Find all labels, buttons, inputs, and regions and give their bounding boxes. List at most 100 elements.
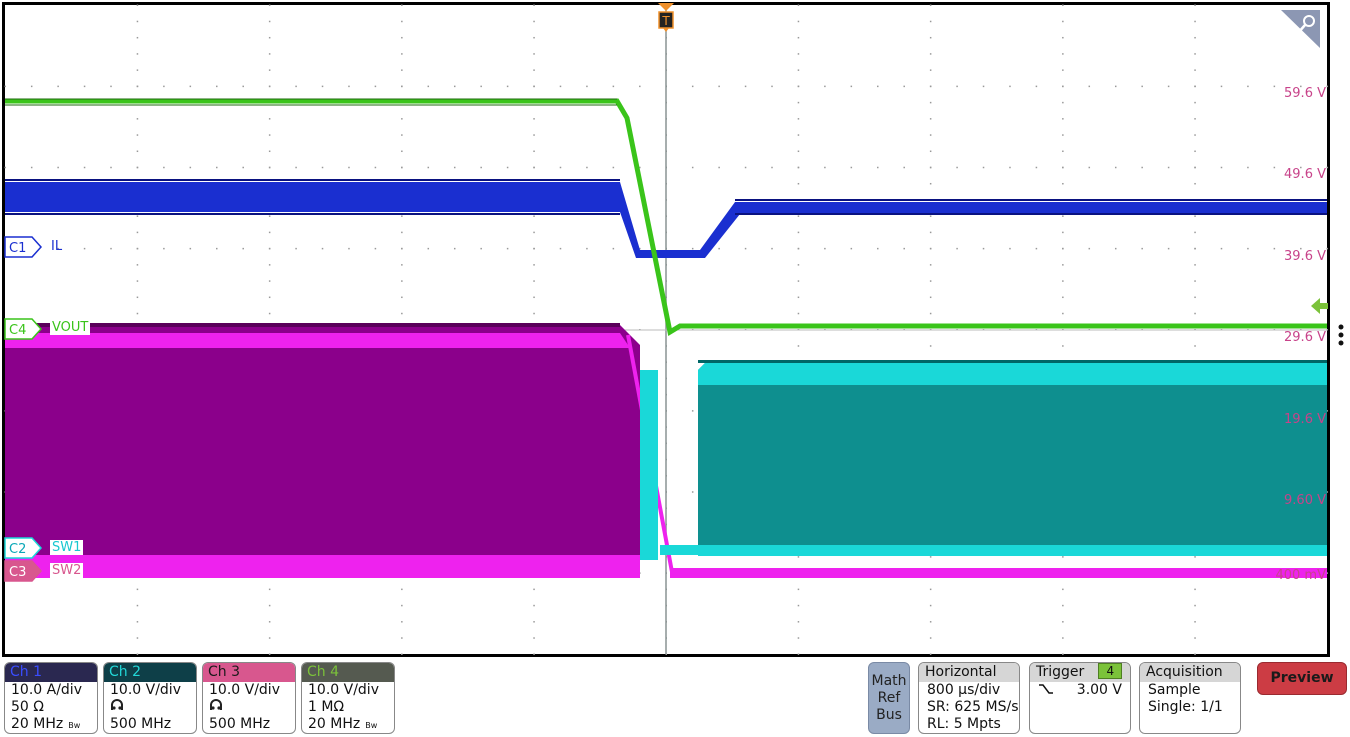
channel-badge-c3[interactable]: C3 (4, 560, 44, 584)
grid-dot (30, 166, 33, 169)
scale-label: 19.6 V (1284, 411, 1326, 427)
acquisition-state: Single: 1/1 (1148, 699, 1223, 715)
grid-dot (1062, 653, 1064, 655)
grid-dot (480, 166, 482, 169)
magnifier-icon[interactable] (1280, 9, 1322, 49)
grid-dot (1035, 85, 1038, 88)
grid-dot (136, 247, 139, 250)
grid-dot (348, 166, 350, 169)
channel-badge-c4[interactable]: C4 (4, 318, 44, 342)
grid-dot (797, 182, 800, 185)
grid-dot (533, 621, 535, 623)
trigger-badge[interactable]: Trigger 4 3.00 V (1029, 662, 1131, 734)
grid-dot (1062, 215, 1064, 217)
grid-dot (242, 247, 244, 250)
grid-dot (929, 215, 932, 217)
grid-dot (533, 604, 535, 607)
channel-title: Ch 3 (203, 663, 295, 682)
sw1-transition-burst (640, 370, 658, 560)
grid-dot (691, 85, 694, 88)
grid-dot (797, 101, 800, 104)
grid-dot (929, 53, 932, 55)
grid-dot (136, 231, 139, 234)
grid-dot (797, 231, 800, 234)
horizontal-badge[interactable]: Horizontal 800 µs/div SR: 625 MS/s RL: 5… (918, 662, 1020, 734)
grid-dot (929, 134, 932, 136)
math-ref-bus-button[interactable]: Math Ref Bus (868, 662, 910, 734)
grid-dot (1273, 247, 1276, 250)
horizontal-scale: 800 µs/div (927, 682, 1001, 698)
grid-dot (1088, 247, 1091, 250)
trace-label-il: IL (51, 239, 63, 254)
trigger-level-arrow-icon[interactable] (1310, 297, 1330, 315)
channel-badge-label: C4 (9, 323, 26, 338)
sw2-low-band (670, 568, 1327, 578)
sw1-top-edge (698, 360, 1327, 363)
grid-dot (533, 134, 535, 136)
grid-dot (374, 166, 377, 169)
grid-dot (242, 166, 244, 169)
grid-dot (1009, 85, 1011, 88)
grid-dot (295, 247, 297, 250)
grid-dot (797, 36, 800, 39)
grid-dot (1062, 604, 1064, 607)
vertical-scale: 10.0 V/div (209, 682, 280, 698)
falling-edge-icon (1039, 684, 1053, 694)
grid-dot (136, 4, 139, 6)
channel-badge-ch1[interactable]: Ch 1 10.0 A/div 50 Ω 20 MHz Bw (4, 662, 98, 734)
grid-dot (1062, 69, 1064, 71)
channel-badge-ch4[interactable]: Ch 4 10.0 V/div 1 MΩ 20 MHz Bw (301, 662, 395, 734)
grid-dot (1035, 166, 1038, 169)
grid-dot (427, 247, 430, 250)
grid-dot (877, 166, 879, 169)
sw2-top-band (5, 333, 630, 348)
acquisition-mode: Sample (1148, 682, 1201, 698)
grid-dot (797, 621, 800, 623)
grid-dot (533, 264, 535, 266)
trigger-position-marker[interactable]: T (656, 2, 676, 34)
grid-dot (718, 85, 720, 88)
grid-dot (1194, 312, 1196, 315)
channel-badge-ch2[interactable]: Ch 2 10.0 V/div 500 MHz (103, 662, 197, 734)
grid-dot (268, 621, 271, 623)
grid-dot (1194, 280, 1196, 282)
trigger-source: 4 (1098, 663, 1123, 679)
grid-dot (797, 134, 800, 136)
channel-badge-c2[interactable]: C2 (4, 537, 44, 561)
channel-badge-c1[interactable]: C1 (4, 236, 44, 260)
grid-dot (1273, 166, 1276, 169)
grid-dot (1247, 247, 1249, 250)
preview-button[interactable]: Preview (1257, 662, 1347, 695)
grid-dot (639, 85, 641, 88)
grid-dot (4, 85, 6, 88)
grid-dot (401, 312, 403, 315)
grid-dot (797, 653, 800, 655)
grid-dot (1062, 588, 1064, 591)
grid-dot (533, 150, 535, 153)
grid-dot (401, 604, 403, 607)
grid-dot (797, 166, 800, 169)
grid-dot (163, 247, 165, 250)
grid-dot (268, 85, 271, 88)
grid-dot (1194, 588, 1196, 591)
acquisition-badge[interactable]: Acquisition Sample Single: 1/1 (1139, 662, 1241, 734)
vertical-ellipsis-icon[interactable] (1336, 323, 1346, 349)
grid-dot (295, 85, 297, 88)
grid-dot (1194, 296, 1196, 299)
channel-badge-ch3[interactable]: Ch 3 10.0 V/div 500 MHz (202, 662, 296, 734)
grid-dot (929, 20, 932, 23)
grid-dot (268, 166, 271, 169)
grid-dot (506, 85, 509, 88)
grid-dot (533, 4, 535, 6)
grid-dot (797, 637, 800, 639)
grid-dot (453, 166, 456, 169)
grid-dot (797, 312, 800, 315)
grid-dot (1194, 604, 1196, 607)
grid-dot (929, 280, 932, 282)
grid-dot (771, 166, 773, 169)
grid-dot (877, 85, 879, 88)
sw1-bottom-band (698, 545, 1327, 556)
grid-dot (268, 653, 271, 655)
ref-label: Ref (877, 690, 901, 706)
grid-dot (268, 604, 271, 607)
